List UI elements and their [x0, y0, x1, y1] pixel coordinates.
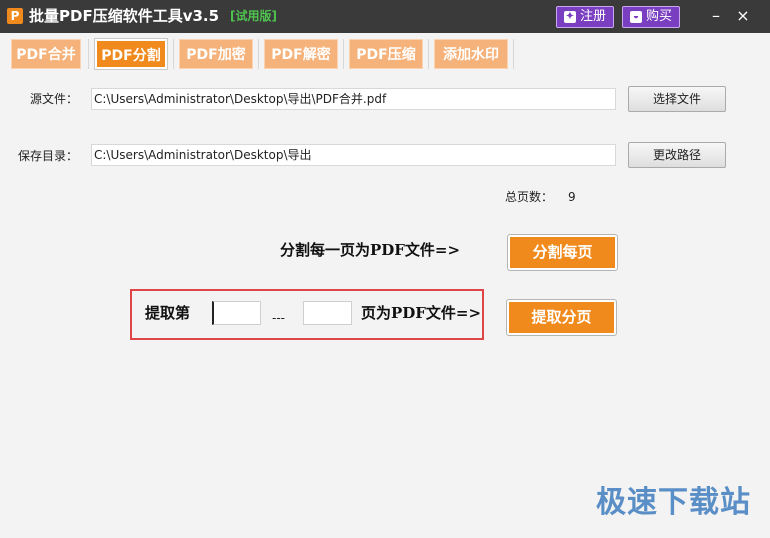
save-dir-label: 保存目录：	[18, 149, 79, 163]
tab-pdf-split[interactable]: PDF分割	[94, 38, 168, 70]
register-button[interactable]: ✦ 注册	[556, 6, 614, 28]
split-each-label: 分割每一页为PDF文件=>	[280, 241, 461, 259]
tab-divider	[513, 39, 514, 69]
main-panel: PDF合并 PDF分割 PDF加密 PDF解密 PDF压缩 添加水印 源文件： …	[0, 33, 770, 538]
tab-pdf-compress[interactable]: PDF压缩	[349, 39, 423, 69]
tab-pdf-encrypt[interactable]: PDF加密	[179, 39, 253, 69]
total-pages-label: 总页数：	[505, 190, 554, 204]
app-logo-icon: P	[7, 8, 23, 24]
tab-divider	[88, 39, 89, 69]
buy-button[interactable]: ◒ 购买	[622, 6, 680, 28]
tab-divider	[343, 39, 344, 69]
tab-add-watermark[interactable]: 添加水印	[434, 39, 508, 69]
cart-icon: ◒	[629, 11, 642, 23]
source-file-field[interactable]: C:\Users\Administrator\Desktop\导出\PDF合并.…	[91, 88, 616, 110]
extract-suffix-label: 页为PDF文件=>	[361, 304, 482, 322]
tab-pdf-merge[interactable]: PDF合并	[11, 39, 81, 69]
tab-divider	[258, 39, 259, 69]
change-path-button[interactable]: 更改路径	[628, 142, 726, 168]
extract-prefix-label: 提取第	[145, 304, 191, 322]
total-pages-value: 9	[568, 190, 576, 204]
site-watermark: 极速下载站	[596, 485, 751, 520]
trial-badge: [试用版]	[230, 9, 277, 23]
extract-pages-button[interactable]: 提取分页	[506, 299, 617, 336]
buy-label: 购买	[645, 9, 672, 24]
page-to-input[interactable]	[303, 301, 352, 325]
title-bar: P 批量PDF压缩软件工具v3.5 [试用版] ✦ 注册 ◒ 购买 – ×	[0, 0, 770, 33]
register-icon: ✦	[563, 11, 576, 23]
register-label: 注册	[579, 9, 606, 24]
split-each-button[interactable]: 分割每页	[507, 234, 618, 271]
page-from-input[interactable]	[212, 301, 261, 325]
app-title: 批量PDF压缩软件工具v3.5	[29, 7, 220, 25]
tab-divider	[428, 39, 429, 69]
save-dir-field[interactable]: C:\Users\Administrator\Desktop\导出	[91, 144, 616, 166]
close-button[interactable]: ×	[731, 6, 755, 26]
tab-pdf-decrypt[interactable]: PDF解密	[264, 39, 338, 69]
tab-divider	[173, 39, 174, 69]
range-separator: ---	[272, 311, 285, 325]
minimize-button[interactable]: –	[704, 6, 728, 26]
source-file-label: 源文件：	[30, 92, 79, 106]
choose-file-button[interactable]: 选择文件	[628, 86, 726, 112]
